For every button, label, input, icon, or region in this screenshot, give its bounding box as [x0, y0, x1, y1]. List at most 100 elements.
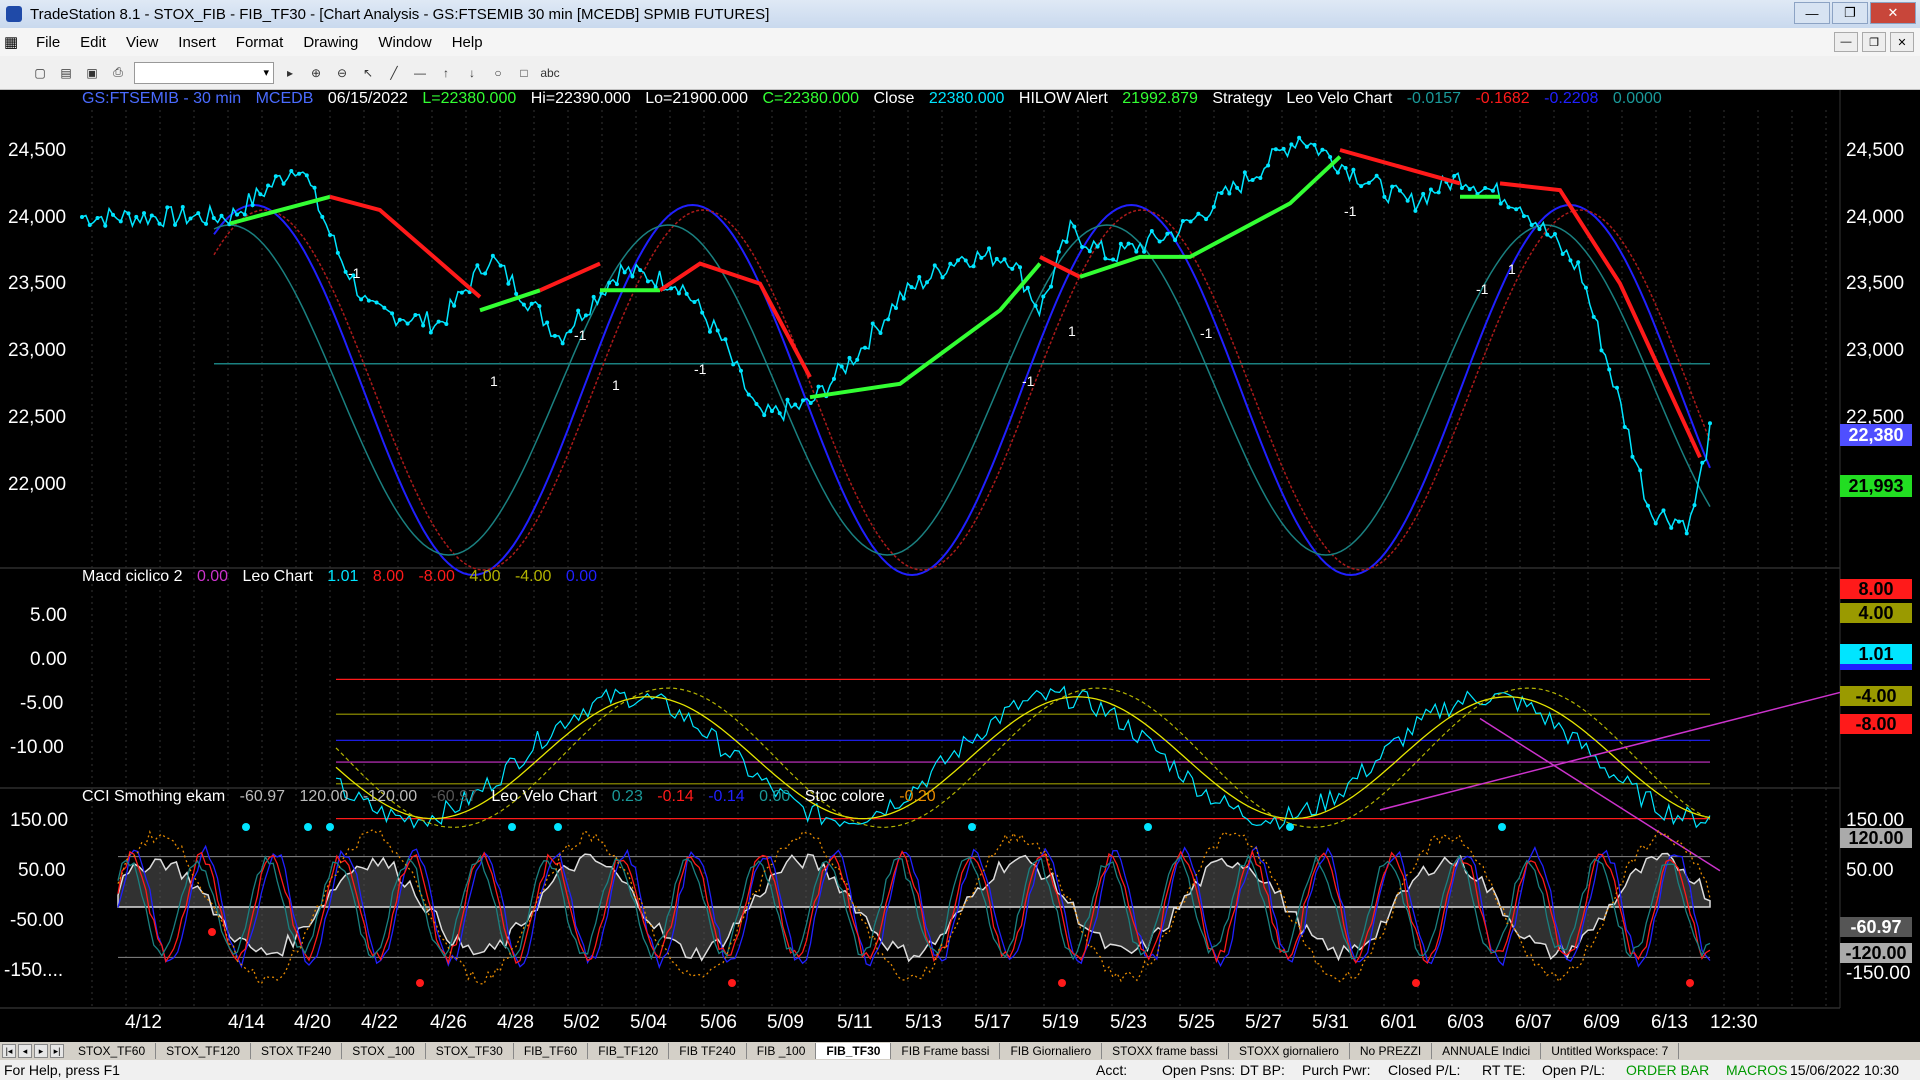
zoom-out-icon[interactable]: ⊖: [332, 63, 352, 83]
tab-stoxx-frame-bassi[interactable]: STOXX frame bassi: [1102, 1043, 1229, 1059]
cci-signal-dot-red: [1412, 979, 1420, 987]
arrow-down-icon[interactable]: ↓: [462, 63, 482, 83]
menu-file[interactable]: File: [26, 34, 70, 51]
price-point: [1250, 178, 1255, 183]
maximize-button[interactable]: ❐: [1832, 2, 1868, 24]
child-close-button[interactable]: ✕: [1890, 32, 1914, 52]
price-point: [1320, 147, 1325, 152]
tab-no-prezzi[interactable]: No PREZZI: [1350, 1043, 1433, 1059]
trendline-icon[interactable]: ╱: [384, 63, 404, 83]
tab-next-icon[interactable]: ▸: [34, 1044, 48, 1058]
price-point: [1126, 241, 1131, 246]
save-icon[interactable]: ▣: [82, 63, 102, 83]
price-point: [552, 333, 557, 338]
title-bar: TradeStation 8.1 - STOX_FIB - FIB_TF30 -…: [0, 0, 1920, 28]
status-order-bar[interactable]: ORDER BAR: [1626, 1062, 1709, 1078]
price-point: [684, 291, 689, 296]
menu-window[interactable]: Window: [368, 34, 441, 51]
menu-insert[interactable]: Insert: [168, 34, 226, 51]
menu-format[interactable]: Format: [226, 34, 294, 51]
price-point: [235, 212, 240, 217]
price-point: [1064, 239, 1069, 244]
tab-stox-100[interactable]: STOX _100: [342, 1043, 426, 1059]
date-label: 5/11: [837, 1012, 873, 1033]
cci-v4: -60.97: [431, 788, 477, 805]
menu-help[interactable]: Help: [442, 34, 493, 51]
tab-annuale-indici[interactable]: ANNUALE Indici: [1432, 1043, 1542, 1059]
arrow-up-icon[interactable]: ↑: [436, 63, 456, 83]
status-macros[interactable]: MACROS: [1726, 1062, 1787, 1078]
signal-label: -1: [1476, 281, 1489, 297]
menu-drawing[interactable]: Drawing: [293, 34, 368, 51]
menu-view[interactable]: View: [116, 34, 168, 51]
cci-v7: -0.14: [708, 788, 745, 805]
cci-signal-dot-cyan: [508, 823, 516, 831]
header-close-c: C=22380.000: [762, 90, 859, 107]
price-point: [498, 263, 503, 268]
cci-signal-dot-red: [416, 979, 424, 987]
child-minimize-button[interactable]: —: [1834, 32, 1858, 52]
text-icon[interactable]: abc: [540, 63, 560, 83]
date-label: 5/27: [1245, 1012, 1282, 1033]
chart-window[interactable]: -1 1 -1 1 -1 -1 1 -1 -1 1 -1 GS:FTSEMIB - 30 min M…: [0, 90, 1920, 1045]
cci-signal-dot-cyan: [968, 823, 976, 831]
tab-fib-tf120[interactable]: FIB_TF120: [588, 1043, 670, 1059]
minimize-button[interactable]: —: [1794, 2, 1830, 24]
tab-stox-tf60[interactable]: STOX_TF60: [68, 1043, 157, 1059]
price-axis-right-24500: 24,500: [1846, 140, 1905, 161]
cci-axis-m50: -50.00: [10, 910, 64, 931]
tab-fib-tf60[interactable]: FIB_TF60: [514, 1043, 589, 1059]
tab-fib-giornaliero[interactable]: FIB Giornaliero: [1000, 1043, 1103, 1059]
signal-label: -1: [574, 327, 587, 343]
cci-v8: 0.00: [759, 788, 791, 805]
price-point: [1056, 249, 1061, 254]
menu-edit[interactable]: Edit: [70, 34, 116, 51]
horizontal-line-icon[interactable]: ―: [410, 63, 430, 83]
arrow-right-icon[interactable]: ▸: [280, 63, 300, 83]
tab-fib-100[interactable]: FIB _100: [747, 1043, 817, 1059]
tab-first-icon[interactable]: |◂: [2, 1044, 16, 1058]
zoom-in-icon[interactable]: ⊕: [306, 63, 326, 83]
tab-stoxx-giornaliero[interactable]: STOXX giornaliero: [1229, 1043, 1350, 1059]
price-point: [1335, 170, 1340, 175]
price-point: [149, 213, 154, 218]
price-point: [374, 300, 379, 305]
price-point: [1537, 227, 1542, 232]
price-point: [1653, 521, 1658, 526]
tab-last-icon[interactable]: ▸|: [50, 1044, 64, 1058]
price-point: [320, 214, 325, 219]
price-point: [444, 321, 449, 326]
price-point: [413, 313, 418, 318]
price-point: [901, 296, 906, 301]
open-icon[interactable]: ▤: [56, 63, 76, 83]
price-point: [1459, 185, 1464, 190]
ellipse-icon[interactable]: ○: [488, 63, 508, 83]
rectangle-icon[interactable]: □: [514, 63, 534, 83]
tab-prev-icon[interactable]: ◂: [18, 1044, 32, 1058]
child-restore-button[interactable]: ❐: [1862, 32, 1886, 52]
price-axis-right-24000: 24,000: [1846, 207, 1905, 228]
price-point: [870, 321, 875, 326]
price-point: [1576, 260, 1581, 265]
symbol-combo[interactable]: ▾: [134, 61, 274, 84]
chart-window-icon[interactable]: ▦: [0, 33, 26, 51]
date-label: 4/28: [497, 1012, 534, 1033]
tab-stox-tf120[interactable]: STOX_TF120: [156, 1043, 251, 1059]
pointer-icon[interactable]: ↖: [358, 63, 378, 83]
tab-untitled-workspace-7[interactable]: Untitled Workspace: 7: [1541, 1043, 1680, 1059]
price-point: [754, 401, 759, 406]
price-point: [576, 308, 581, 313]
macd-v5: -4.00: [514, 568, 552, 585]
cci-tag-m61: -60.97: [1840, 917, 1912, 937]
new-icon[interactable]: ▢: [30, 63, 50, 83]
print-icon[interactable]: ⎙: [108, 63, 128, 83]
tab-stox-tf30[interactable]: STOX_TF30: [426, 1043, 514, 1059]
price-point: [273, 174, 278, 179]
cci-signal-dot-red: [208, 928, 216, 936]
close-button[interactable]: ✕: [1870, 2, 1916, 24]
cci-v1: -60.97: [239, 788, 285, 805]
tab-fib-tf240[interactable]: FIB TF240: [669, 1043, 747, 1059]
tab-fib-frame-bassi[interactable]: FIB Frame bassi: [891, 1043, 1001, 1059]
tab-fib-tf30[interactable]: FIB_TF30: [816, 1043, 892, 1059]
tab-stox-tf240[interactable]: STOX TF240: [251, 1043, 343, 1059]
